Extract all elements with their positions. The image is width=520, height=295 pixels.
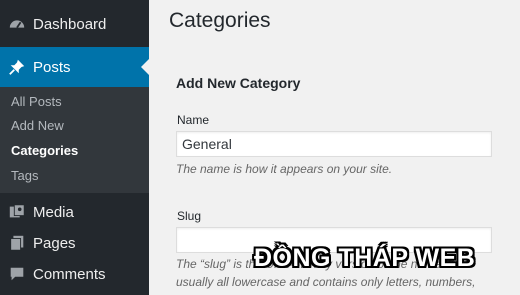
add-new-category-heading: Add New Category <box>176 75 301 91</box>
name-description: The name is how it appears on your site. <box>176 162 393 176</box>
menu-label-posts: Posts <box>33 58 71 76</box>
menu-item-comments[interactable]: Comments <box>0 255 149 293</box>
menu-item-dashboard[interactable]: Dashboard <box>0 5 149 43</box>
comment-icon <box>10 267 24 281</box>
media-icon <box>9 204 25 218</box>
category-name-input[interactable] <box>176 131 492 157</box>
menu-label-pages: Pages <box>33 234 76 252</box>
name-label: Name <box>177 113 210 127</box>
admin-sidebar: Dashboard Posts All Posts Add New Catego… <box>0 0 149 295</box>
menu-label-media: Media <box>33 203 74 221</box>
submenu-categories[interactable]: Categories <box>11 143 78 158</box>
posts-submenu: All Posts Add New Categories Tags <box>0 87 149 193</box>
menu-label-comments: Comments <box>33 265 106 283</box>
pin-icon <box>9 59 25 75</box>
submenu-add-new[interactable]: Add New <box>11 118 64 133</box>
submenu-tags[interactable]: Tags <box>11 168 38 183</box>
menu-item-posts[interactable]: Posts <box>0 47 149 87</box>
watermark: ĐỒNG THÁP WEB <box>254 244 476 272</box>
submenu-all-posts[interactable]: All Posts <box>11 94 62 109</box>
pages-icon <box>10 235 24 251</box>
page-title: Categories <box>169 9 271 32</box>
menu-label-dashboard: Dashboard <box>33 15 107 33</box>
dashboard-icon <box>9 20 25 29</box>
slug-label: Slug <box>177 209 202 223</box>
